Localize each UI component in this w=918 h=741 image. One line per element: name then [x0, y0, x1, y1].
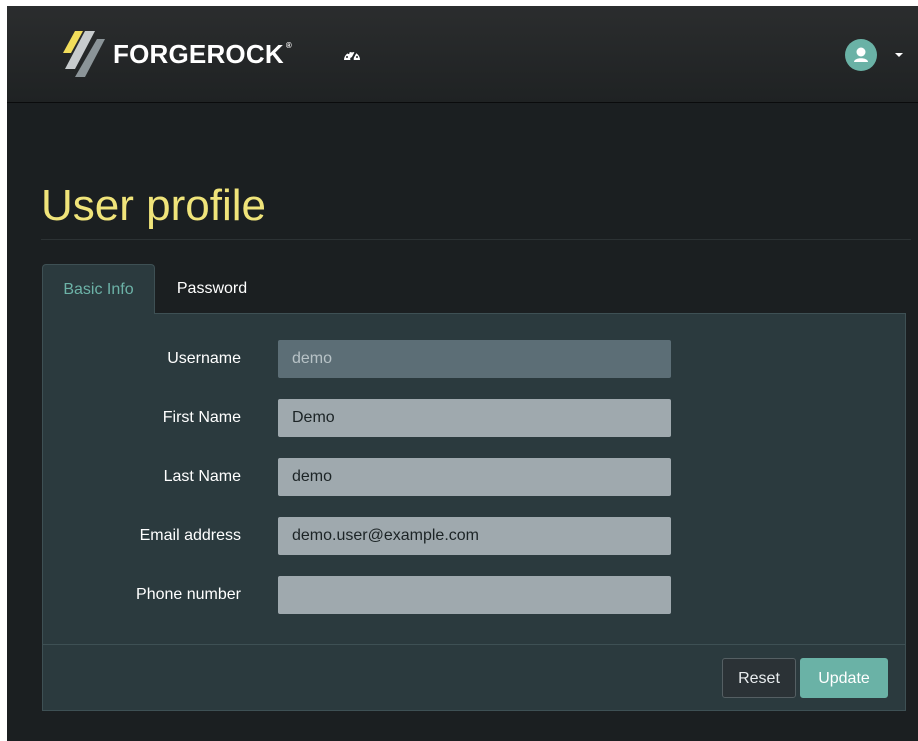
first-name-field[interactable] [278, 399, 671, 437]
top-navbar: FORGEROCK ® [7, 6, 918, 103]
user-avatar-icon[interactable] [845, 39, 877, 71]
username-field [278, 340, 671, 378]
page-title: User profile [41, 181, 266, 230]
email-label: Email address [139, 527, 241, 544]
form-row-last-name: Last Name [43, 458, 907, 496]
last-name-field[interactable] [278, 458, 671, 496]
caret-down-icon[interactable] [895, 53, 903, 57]
reset-button[interactable]: Reset [722, 658, 796, 698]
phone-field[interactable] [278, 576, 671, 614]
first-name-label: First Name [162, 409, 241, 426]
update-button[interactable]: Update [800, 658, 888, 698]
brand-trademark: ® [285, 40, 292, 50]
phone-label: Phone number [136, 586, 241, 603]
user-menu[interactable] [845, 39, 903, 71]
username-label: Username [167, 350, 241, 367]
app-window: FORGEROCK ® User profile Basic Info Passw… [7, 6, 918, 741]
tab-basic-info[interactable]: Basic Info [42, 264, 155, 314]
brand[interactable]: FORGEROCK ® [59, 26, 292, 82]
tab-password[interactable]: Password [155, 264, 269, 314]
last-name-label: Last Name [163, 468, 241, 485]
brand-name: FORGEROCK ® [113, 38, 292, 69]
title-divider [41, 239, 911, 240]
form-row-first-name: First Name [43, 399, 907, 437]
panel-footer: Reset Update [43, 644, 905, 711]
forgerock-logo-icon [63, 31, 105, 77]
email-field[interactable] [278, 517, 671, 555]
form-row-username: Username [43, 340, 907, 378]
basic-info-panel: Username First Name Last Name Email addr… [42, 313, 906, 711]
dashboard-gauge-icon[interactable] [343, 47, 361, 63]
form-row-email: Email address [43, 517, 907, 555]
form-row-phone: Phone number [43, 576, 907, 614]
